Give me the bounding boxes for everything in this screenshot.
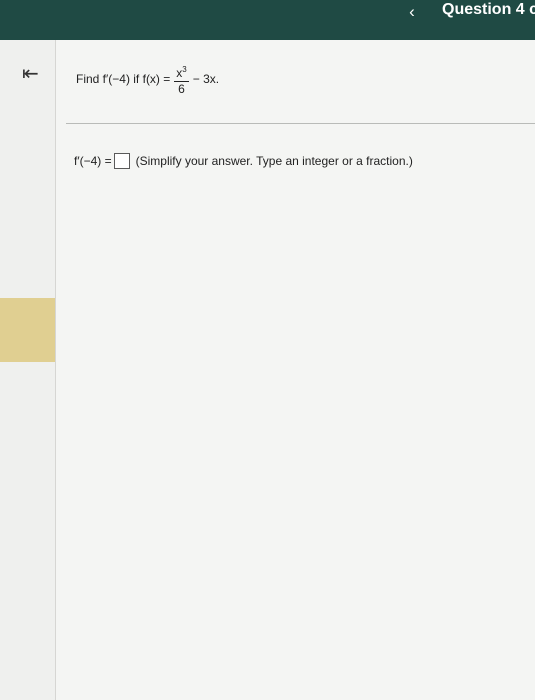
question-suffix: − 3x. [192, 72, 220, 86]
fraction-denominator: 6 [178, 82, 185, 96]
sidebar: ⇤ [0, 40, 56, 700]
main-content: Find f′(−4) if f(x) = x3 6 − 3x. f′(−4) … [56, 40, 535, 700]
top-bar: ‹ Question 4 c [0, 0, 535, 40]
question-text: Find f′(−4) if f(x) = x3 6 − 3x. [76, 62, 219, 96]
answer-label: f′(−4) = [74, 154, 112, 168]
answer-row: f′(−4) = (Simplify your answer. Type an … [74, 153, 413, 169]
fraction: x3 6 [174, 62, 189, 96]
numerator-exponent: 3 [182, 65, 187, 74]
chevron-left-icon[interactable]: ‹ [402, 2, 422, 22]
question-prefix: Find f′(−4) if f(x) = [76, 72, 171, 86]
question-title[interactable]: Question 4 c [442, 0, 535, 20]
sidebar-highlight [0, 298, 55, 362]
fraction-numerator: x3 [174, 62, 189, 82]
divider [66, 123, 535, 124]
answer-instruction: (Simplify your answer. Type an integer o… [135, 154, 413, 168]
answer-input[interactable] [113, 153, 130, 169]
collapse-left-icon[interactable]: ⇤ [22, 62, 48, 86]
